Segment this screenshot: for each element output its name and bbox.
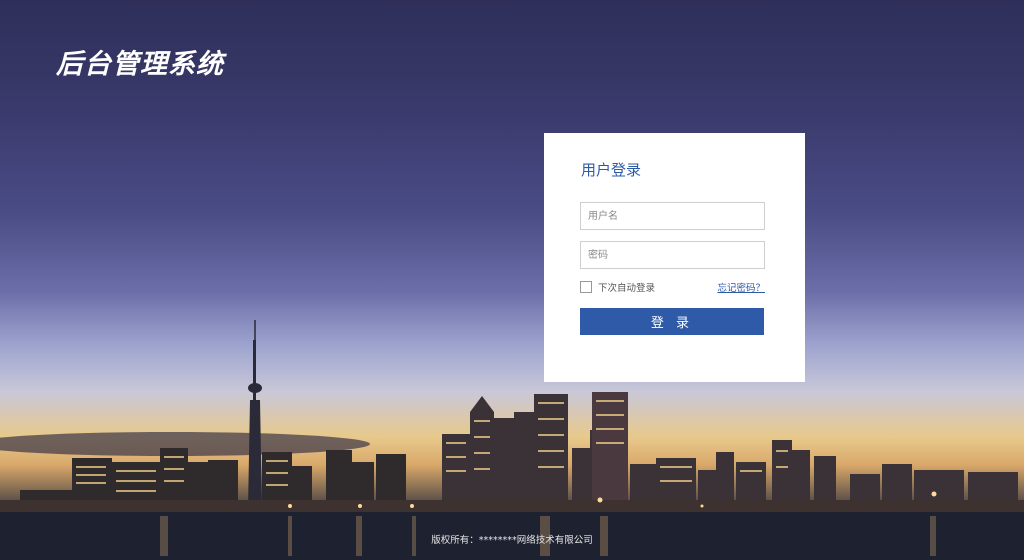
- copyright-footer: 版权所有：********网络技术有限公司: [431, 535, 593, 546]
- login-title: 用户登录: [581, 161, 642, 179]
- app-title: 后台管理系统: [56, 49, 224, 80]
- remember-me[interactable]: 下次自动登录: [580, 280, 655, 294]
- city-skyline-image: [0, 320, 1024, 560]
- remember-me-checkbox[interactable]: [580, 281, 592, 293]
- login-options: 下次自动登录 忘记密码？: [580, 280, 765, 294]
- remember-me-label: 下次自动登录: [598, 283, 656, 294]
- forgot-password-link[interactable]: 忘记密码？: [717, 280, 765, 294]
- login-panel: 用户登录 下次自动登录 忘记密码？ 登 录: [544, 133, 805, 382]
- login-button[interactable]: 登 录: [580, 308, 764, 335]
- password-input[interactable]: [580, 241, 765, 269]
- username-input[interactable]: [580, 202, 765, 230]
